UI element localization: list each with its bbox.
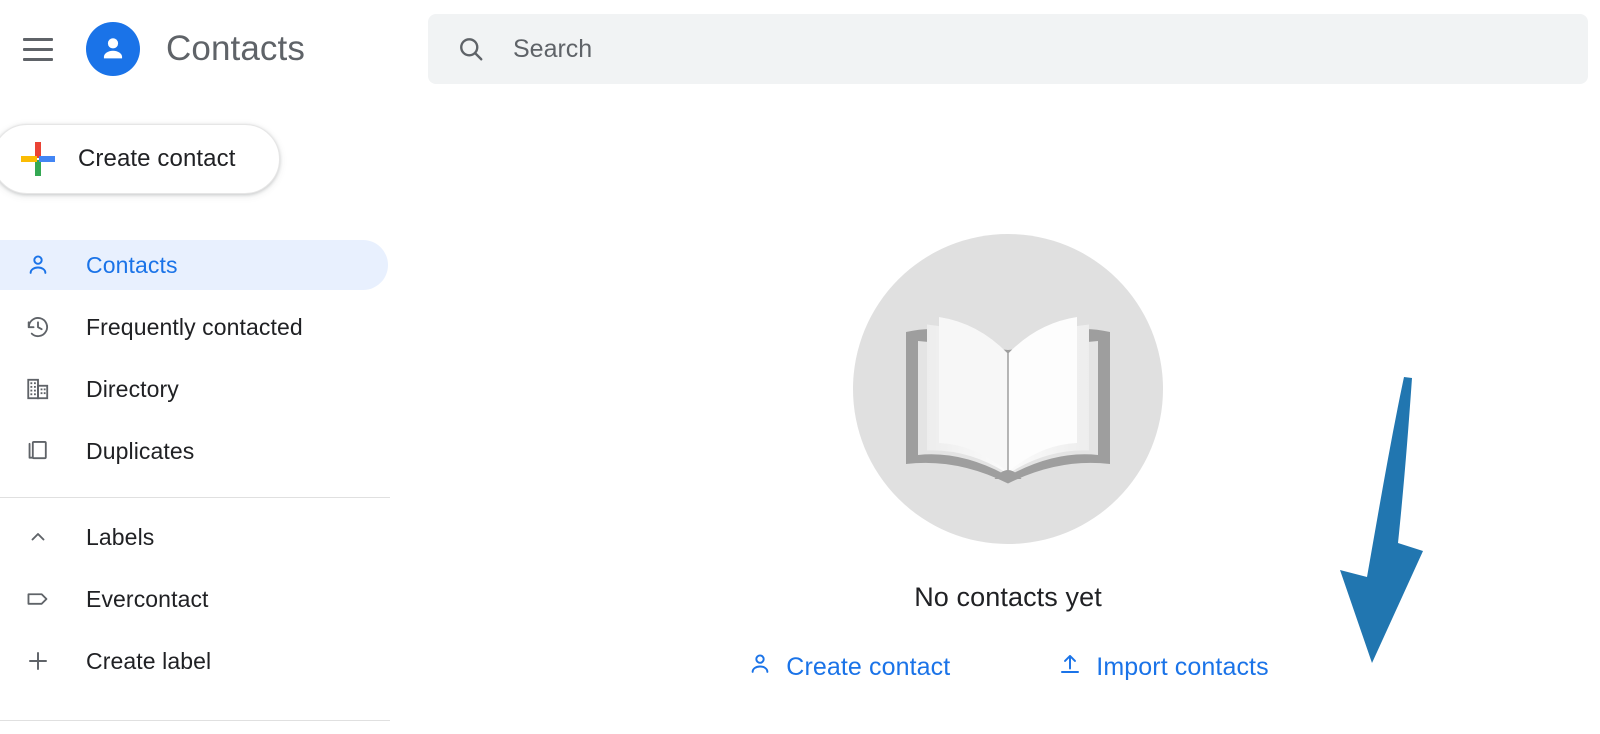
import-contacts-link[interactable]: Import contacts (1057, 651, 1269, 684)
sidebar: Contacts Create contact Contacts Frequen… (0, 0, 390, 734)
contacts-empty-state: No contacts yet Create contact Import co… (428, 100, 1588, 734)
upload-icon (1057, 651, 1083, 684)
sidebar-item-contacts[interactable]: Contacts (0, 240, 388, 290)
building-icon (24, 375, 52, 403)
create-label-button[interactable]: Create label (0, 636, 390, 686)
sidebar-item-duplicates[interactable]: Duplicates (0, 426, 388, 476)
label-tag-icon (24, 585, 52, 613)
import-contacts-link-label: Import contacts (1096, 653, 1269, 681)
labels-header[interactable]: Labels (0, 512, 390, 562)
sidebar-item-directory[interactable]: Directory (0, 364, 388, 414)
empty-state-title: No contacts yet (914, 582, 1102, 612)
sidebar-divider-bottom (0, 720, 390, 721)
open-book-icon (853, 234, 1163, 544)
sidebar-divider-top (0, 497, 390, 498)
labels-section: Labels Evercontact Create label (0, 512, 390, 698)
history-icon (24, 313, 52, 341)
sidebar-item-label: Directory (86, 375, 179, 402)
empty-state-actions: Create contact Import contacts (747, 651, 1269, 684)
sidebar-item-frequently-contacted[interactable]: Frequently contacted (0, 302, 388, 352)
create-label-text: Create label (86, 647, 212, 674)
sidebar-nav: Contacts Frequently contacted Directory … (0, 240, 390, 488)
sidebar-item-label: Duplicates (86, 437, 195, 464)
label-item-evercontact[interactable]: Evercontact (0, 574, 390, 624)
plus-icon (24, 647, 52, 675)
chevron-up-icon (24, 523, 52, 551)
sidebar-item-label: Frequently contacted (86, 313, 303, 340)
sidebar-item-label: Contacts (86, 251, 178, 278)
create-contact-button[interactable]: Create contact (0, 124, 280, 194)
labels-header-label: Labels (86, 523, 155, 550)
hamburger-bar (23, 57, 53, 61)
contacts-avatar-icon (86, 22, 140, 76)
search-bar[interactable] (428, 14, 1588, 84)
label-item-label: Evercontact (86, 585, 209, 612)
google-plus-icon (21, 142, 55, 176)
search-icon (456, 34, 486, 64)
create-contact-link-label: Create contact (786, 653, 951, 681)
hamburger-bar (23, 47, 53, 51)
page-title: Contacts (166, 29, 305, 68)
hamburger-bar (23, 37, 53, 41)
search-input[interactable] (513, 34, 1568, 64)
person-add-icon (747, 651, 773, 684)
duplicate-icon (24, 437, 52, 465)
create-contact-link[interactable]: Create contact (747, 651, 950, 684)
person-icon (24, 251, 52, 279)
brand-bar: Contacts (0, 0, 390, 98)
hamburger-menu-icon[interactable] (14, 25, 62, 73)
create-contact-label: Create contact (78, 145, 236, 172)
contacts-app: Contacts Create contact Contacts Frequen… (0, 0, 1600, 734)
